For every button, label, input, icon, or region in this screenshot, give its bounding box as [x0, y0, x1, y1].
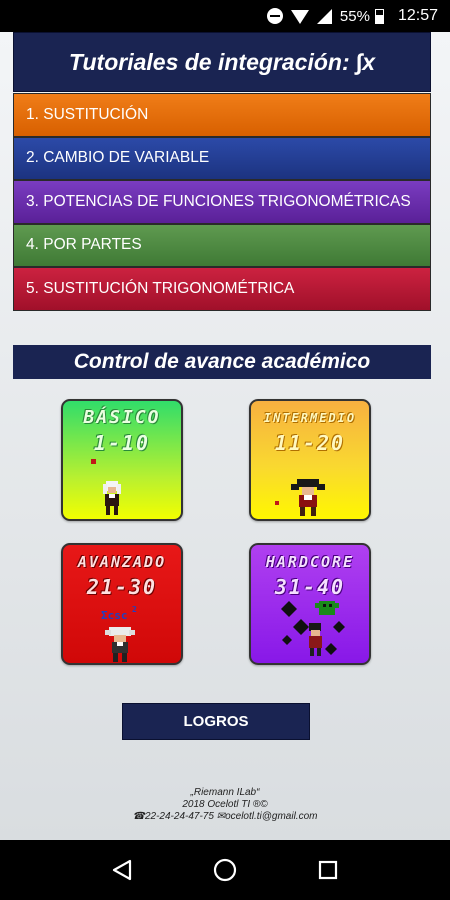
footer-contact: ☎22-24-24-47-75 ✉ocelotl.ti@gmail.com: [132, 811, 318, 822]
level-range: 21-30: [86, 575, 158, 599]
tutorial-item-potencias-trigonometricas[interactable]: 3. POTENCIAS DE FUNCIONES TRIGONOMÉTRICA…: [13, 180, 431, 224]
level-card-hardcore[interactable]: HARDCORE 31-40: [249, 543, 371, 665]
tutorial-item-cambio-de-variable[interactable]: 2. CAMBIO DE VARIABLE: [13, 136, 431, 180]
tutorial-item-label: 2. CAMBIO DE VARIABLE: [26, 149, 210, 167]
level-range: 11-20: [274, 431, 346, 455]
svg-text:2: 2: [132, 605, 137, 614]
system-nav-bar: [0, 840, 450, 900]
level-name: AVANZADO: [77, 553, 167, 571]
clock: 12:57: [397, 7, 438, 24]
level-card-avanzado[interactable]: AVANZADO 21-30 Σcsc 2: [61, 543, 183, 665]
pixel-formula-icon: Σcsc 2: [101, 605, 137, 622]
do-not-disturb-icon: [266, 8, 283, 24]
cell-signal-icon: [316, 8, 332, 24]
battery-icon: [374, 8, 384, 24]
tutorial-item-label: 3. POTENCIAS DE FUNCIONES TRIGONOMÉTRICA…: [26, 192, 411, 210]
level-range: 31-40: [274, 575, 346, 599]
tutorial-item-sustitucion-trigonometrica[interactable]: 5. SUSTITUCIÓN TRIGONOMÉTRICA: [13, 267, 431, 311]
tutorial-menu: 1. SUSTITUCIÓN 2. CAMBIO DE VARIABLE 3. …: [13, 93, 431, 311]
footer-credits: „Riemann ILab“ 2018 Ocelotl TI ®© ☎22-24…: [0, 787, 450, 823]
home-button[interactable]: [205, 850, 245, 890]
svg-text:Σcsc: Σcsc: [101, 609, 128, 622]
status-bar: 55% 12:57: [0, 0, 450, 32]
level-card-intermedio[interactable]: INTERMEDIO 11-20: [249, 399, 371, 521]
back-icon: [112, 859, 131, 881]
pixel-dot-icon: [275, 501, 279, 505]
tutorial-item-label: 5. SUSTITUCIÓN TRIGONOMÉTRICA: [26, 279, 295, 297]
recents-button[interactable]: [308, 850, 348, 890]
achievements-button[interactable]: LOGROS: [122, 703, 310, 740]
footer-app-name: „Riemann ILab“: [190, 787, 260, 798]
pixel-hardcore-scene-icon: [281, 601, 345, 656]
battery-percent: 55%: [339, 7, 370, 25]
tutorial-item-sustitucion[interactable]: 1. SUSTITUCIÓN: [13, 93, 431, 137]
pixel-dot-icon: [91, 459, 96, 464]
level-card-basico[interactable]: BÁSICO 1-10: [61, 399, 183, 521]
page-title: Tutoriales de integración: ∫x: [13, 32, 431, 92]
level-name: BÁSICO: [83, 407, 161, 428]
app-screen: Tutoriales de integración: ∫x 1. SUSTITU…: [0, 32, 450, 840]
recents-icon: [319, 860, 338, 880]
pixel-character-icon: [105, 627, 135, 662]
footer-copyright: 2018 Ocelotl TI ®©: [182, 799, 268, 810]
wifi-icon: [290, 10, 309, 24]
level-name: INTERMEDIO: [263, 411, 357, 425]
level-range: 1-10: [93, 431, 151, 455]
home-icon: [213, 858, 237, 882]
tutorial-item-label: 4. POR PARTES: [26, 236, 142, 254]
pixel-character-icon: [291, 479, 325, 516]
tutorial-item-label: 1. SUSTITUCIÓN: [26, 105, 149, 123]
pixel-character-icon: [103, 481, 121, 515]
level-name: HARDCORE: [265, 553, 355, 571]
tutorial-item-por-partes[interactable]: 4. POR PARTES: [13, 223, 431, 267]
progress-section-title: Control de avance académico: [13, 345, 431, 379]
back-button[interactable]: [102, 850, 142, 890]
